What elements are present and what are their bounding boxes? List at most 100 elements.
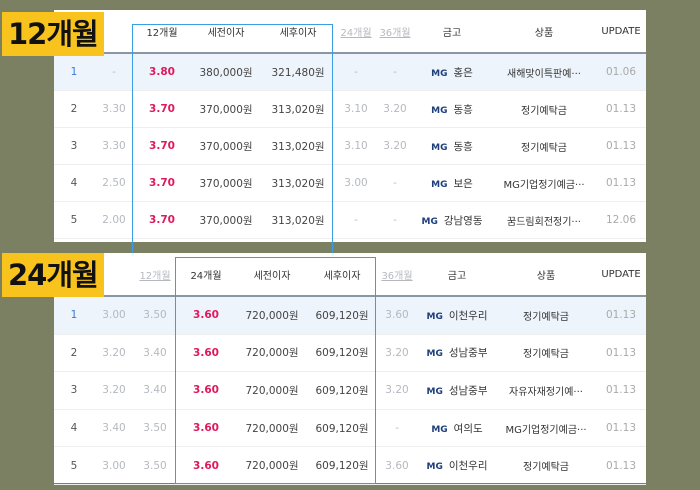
bank-name[interactable]: MG 성남중부 [418,334,496,373]
product-name[interactable]: 정기예탁금 [496,334,596,373]
product-name[interactable]: 정기예탁금 [496,296,596,335]
rate-24m: 3.10 [334,90,378,128]
rate-36m: 3.20 [376,334,418,373]
mg-logo-icon: MG [431,179,448,190]
rate-12m: 3.40 [134,334,176,373]
aftertax-interest: 321,480원 [262,53,334,91]
col-aftertax-interest: 세후이자 [308,253,376,297]
bank-name[interactable]: MG 홍은 [412,53,492,91]
update-date: 12.06 [596,201,646,239]
pretax-interest: 720,000원 [236,409,308,448]
rate-6m: 3.00 [94,296,134,335]
table-row[interactable]: 2 3.30 3.70 370,000원 313,020원 3.10 3.20 … [54,90,646,128]
bank-label: 성남중부 [448,384,488,397]
table-row[interactable]: 3 3.20 3.40 3.60 720,000원 609,120원 3.20 … [54,371,646,410]
product-name[interactable]: 꿈드림회전정기··· [492,201,596,239]
rate-36m: 3.60 [376,446,418,485]
mg-logo-icon: MG [421,216,438,227]
rank: 5 [54,446,94,485]
rate-24m: 3.60 [176,446,236,485]
table-row[interactable]: 3 3.30 3.70 370,000원 313,020원 3.10 3.20 … [54,127,646,165]
col-pretax-interest: 세전이자 [190,10,262,54]
rates-panel-24-months: 12개월 24개월 세전이자 세후이자 36개월 금고 상품 UPDATE 1 … [54,253,646,485]
table-row[interactable]: 5 3.00 3.50 3.60 720,000원 609,120원 3.60 … [54,446,646,485]
rate-6m: 3.00 [94,446,134,485]
aftertax-interest: 313,020원 [262,90,334,128]
col-36-months[interactable]: 36개월 [378,10,412,54]
rank: 4 [54,164,94,202]
rate-12m: 3.50 [134,446,176,485]
mg-logo-icon: MG [426,311,443,322]
pretax-interest: 370,000원 [190,201,262,239]
rate-12m: 3.50 [134,296,176,335]
product-name[interactable]: 정기예탁금 [492,90,596,128]
product-name[interactable]: MG기업정기예금··· [496,409,596,448]
bank-label: 이천우리 [448,460,488,473]
col-24-months[interactable]: 24개월 [176,253,236,297]
pretax-interest: 720,000원 [236,446,308,485]
product-name[interactable]: 자유자재정기예··· [496,371,596,410]
col-24-months[interactable]: 24개월 [334,10,378,54]
rate-36m: - [378,53,412,91]
bank-name[interactable]: MG 강남영동 [412,201,492,239]
product-name[interactable]: MG기업정기예금··· [492,164,596,202]
col-pretax-interest: 세전이자 [236,253,308,297]
product-name[interactable]: 정기예탁금 [492,127,596,165]
rate-24m: 3.00 [334,164,378,202]
rate-24m: 3.60 [176,371,236,410]
update-date: 01.13 [596,334,646,373]
rank: 5 [54,201,94,239]
rate-24m: 3.60 [176,334,236,373]
table-row[interactable]: 1 3.00 3.50 3.60 720,000원 609,120원 3.60 … [54,296,646,335]
mg-logo-icon: MG [431,424,448,435]
bank-label: 성남중부 [448,347,488,360]
pretax-interest: 370,000원 [190,127,262,165]
aftertax-interest: 313,020원 [262,127,334,165]
pretax-interest: 370,000원 [190,90,262,128]
col-bank: 금고 [412,10,492,54]
table-row[interactable]: 4 3.40 3.50 3.60 720,000원 609,120원 - MG 여… [54,409,646,448]
pretax-interest: 720,000원 [236,334,308,373]
mg-logo-icon: MG [431,105,448,116]
table-row[interactable]: 4 2.50 3.70 370,000원 313,020원 3.00 - MG 보… [54,164,646,202]
rate-36m: - [378,201,412,239]
rate-6m: 3.30 [94,127,134,165]
col-12-months[interactable]: 12개월 [134,253,176,297]
product-name[interactable]: 정기예탁금 [496,446,596,485]
aftertax-interest: 609,120원 [308,296,376,335]
rate-6m: 3.30 [94,90,134,128]
rate-12m: 3.70 [134,127,190,165]
bank-name[interactable]: MG 보은 [412,164,492,202]
bank-name[interactable]: MG 동흥 [412,90,492,128]
rate-6m: - [94,53,134,91]
rank: 1 [54,53,94,91]
update-date: 01.13 [596,127,646,165]
rate-12m: 3.40 [134,371,176,410]
col-36-months[interactable]: 36개월 [376,253,418,297]
rate-24m: - [334,53,378,91]
mg-logo-icon: MG [431,68,448,79]
rates-panel-12-months: 12개월 세전이자 세후이자 24개월 36개월 금고 상품 UPDATE 1 … [54,10,646,255]
table-row[interactable]: 2 3.20 3.40 3.60 720,000원 609,120원 3.20 … [54,334,646,373]
aftertax-interest: 609,120원 [308,334,376,373]
update-date: 01.13 [596,90,646,128]
bank-name[interactable]: MG 이천우리 [418,296,496,335]
rank: 4 [54,409,94,448]
table-row[interactable]: 1 - 3.80 380,000원 321,480원 - - MG 홍은 새해맞이… [54,53,646,91]
table-row[interactable]: 5 2.00 3.70 370,000원 313,020원 - - MG 강남영동… [54,201,646,239]
rate-36m: 3.20 [376,371,418,410]
bank-name[interactable]: MG 성남중부 [418,371,496,410]
bank-name[interactable]: MG 동흥 [412,127,492,165]
bank-name[interactable]: MG 여의도 [418,409,496,448]
product-name[interactable]: 새해맞이특판예··· [492,53,596,91]
col-12-months[interactable]: 12개월 [134,10,190,54]
rate-12m: 3.80 [134,53,190,91]
mg-logo-icon: MG [426,349,443,360]
table-header-row: 12개월 세전이자 세후이자 24개월 36개월 금고 상품 UPDATE [54,10,646,54]
bank-name[interactable]: MG 이천우리 [418,446,496,485]
rank: 3 [54,127,94,165]
table-header-row: 12개월 24개월 세전이자 세후이자 36개월 금고 상품 UPDATE [54,253,646,297]
rate-24m: 3.60 [176,409,236,448]
col-update: UPDATE [596,253,646,297]
mg-logo-icon: MG [426,386,443,397]
